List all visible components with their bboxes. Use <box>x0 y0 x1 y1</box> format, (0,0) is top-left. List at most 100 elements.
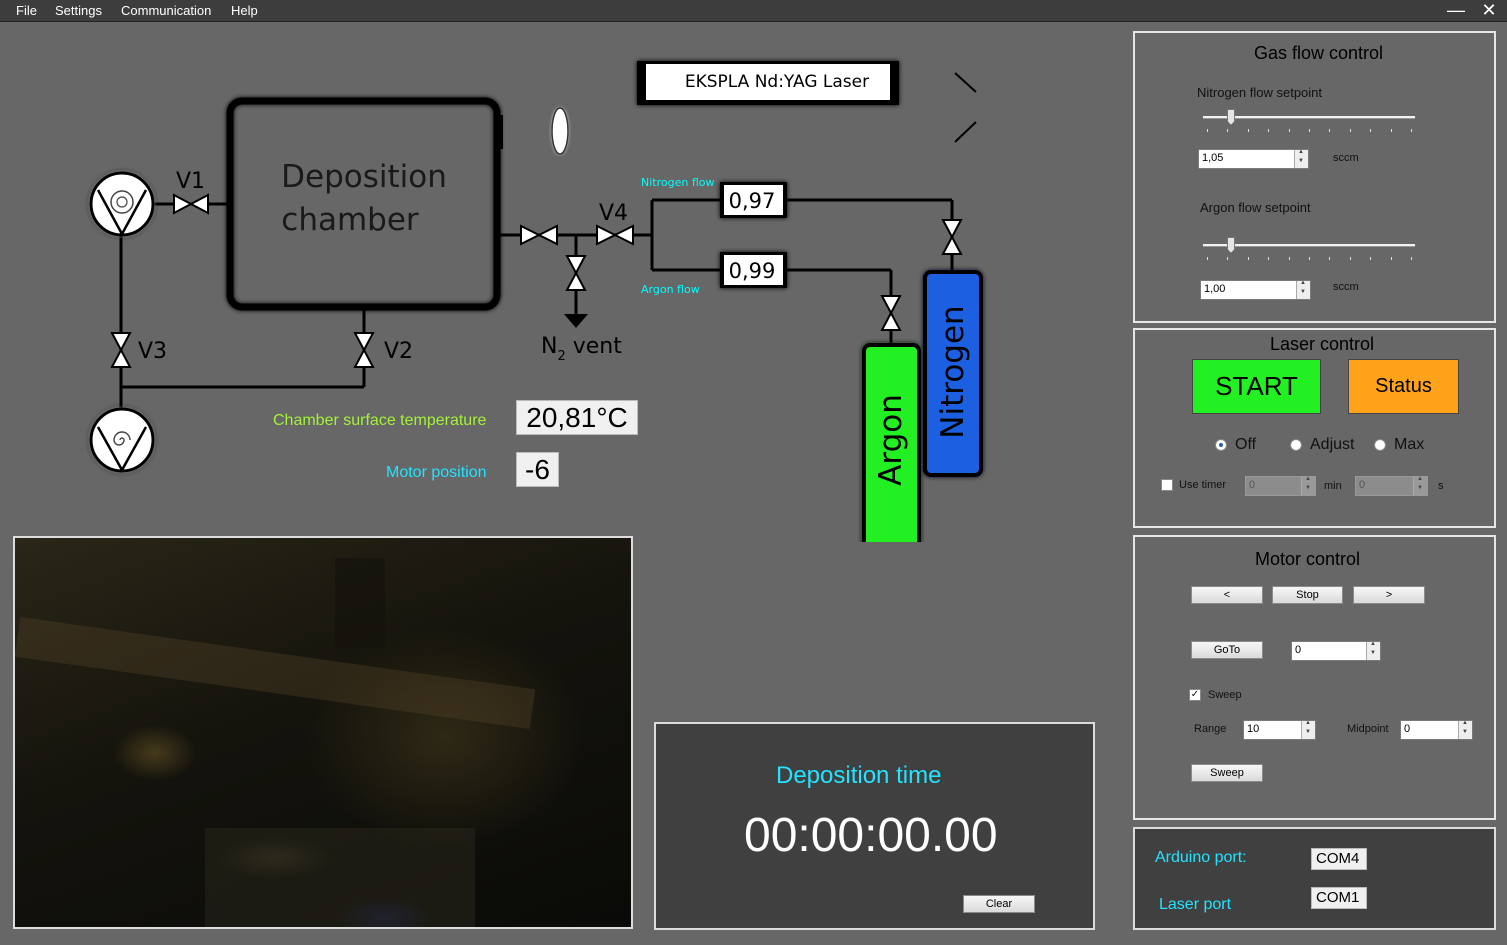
svg-text:0,99: 0,99 <box>729 259 776 283</box>
timer-sec-unit: s <box>1438 480 1444 492</box>
deposition-timer: 00:00:00.00 <box>744 809 998 862</box>
midpoint-input[interactable]: 0 <box>1400 720 1473 740</box>
slider-tick <box>1370 257 1371 260</box>
laser-port-value[interactable]: COM1 <box>1311 887 1367 909</box>
nitrogen-unit: sccm <box>1333 152 1359 164</box>
slider-tick <box>1370 129 1371 132</box>
midpoint-label: Midpoint <box>1347 723 1389 735</box>
camera-shape-base <box>205 828 475 927</box>
mode-adjust-radio[interactable] <box>1290 439 1302 451</box>
lens <box>551 107 569 155</box>
use-timer-checkbox[interactable] <box>1161 479 1173 491</box>
gas-flow-panel: Gas flow control Nitrogen flow setpoint … <box>1133 31 1496 323</box>
sweep-button[interactable]: Sweep <box>1191 764 1263 782</box>
argon-slider-thumb[interactable] <box>1227 237 1235 253</box>
slider-tick <box>1227 257 1228 260</box>
minimize-icon[interactable]: — <box>1441 0 1471 20</box>
mirror-lower <box>954 121 977 143</box>
valve-label-v4: V4 <box>599 201 628 226</box>
chamber-label-2: chamber <box>281 202 419 238</box>
slider-tick <box>1289 257 1290 260</box>
menu-communication[interactable]: Communication <box>121 3 211 18</box>
menu-help[interactable]: Help <box>231 3 258 18</box>
clear-button[interactable]: Clear <box>963 895 1035 913</box>
slider-tick <box>1411 257 1412 260</box>
slider-tick <box>1207 257 1208 260</box>
close-icon[interactable]: ✕ <box>1474 0 1504 20</box>
nitrogen-setpoint-input[interactable]: 1,05 <box>1198 149 1309 169</box>
range-input[interactable]: 10 <box>1243 720 1316 740</box>
start-button[interactable]: START <box>1192 359 1321 414</box>
argon-flow-label: Argon flow <box>641 283 700 296</box>
camera-shape-holder <box>335 558 385 648</box>
slider-tick <box>1248 257 1249 260</box>
sweep-checkbox[interactable]: ✓ <box>1189 689 1201 701</box>
mode-adjust-label: Adjust <box>1310 436 1355 453</box>
timer-min-unit: min <box>1324 480 1342 492</box>
timer-sec-input[interactable]: 0 <box>1355 476 1428 496</box>
arduino-port-label: Arduino port: <box>1155 849 1247 866</box>
arduino-port-value[interactable]: COM4 <box>1311 848 1367 870</box>
mode-off-label: Off <box>1235 436 1257 453</box>
svg-text:Argon: Argon <box>873 394 909 486</box>
motor-left-button[interactable]: < <box>1191 586 1263 604</box>
ports-panel: Arduino port: COM4 Laser port COM1 <box>1133 827 1496 930</box>
valve-label-v2: V2 <box>384 339 413 364</box>
goto-position-input[interactable]: 0 <box>1291 641 1381 661</box>
valve-v1-icon <box>173 193 209 215</box>
valve-v4-icon <box>596 224 634 246</box>
vent-arrow-icon <box>564 314 588 328</box>
laser-port-label: Laser port <box>1159 896 1232 913</box>
nitrogen-slider[interactable] <box>1203 109 1415 135</box>
nitrogen-flow-label: Nitrogen flow <box>641 176 714 189</box>
use-timer-label: Use timer <box>1179 479 1227 491</box>
argon-setpoint-input[interactable]: 1,00 <box>1200 280 1311 300</box>
slider-tick <box>1309 129 1310 132</box>
argon-setpoint-label: Argon flow setpoint <box>1200 200 1311 215</box>
menu-settings[interactable]: Settings <box>55 3 102 18</box>
valve-v2-icon <box>353 332 375 368</box>
timer-min-input[interactable]: 0 <box>1245 476 1316 496</box>
valve-nitrogen-icon <box>941 219 963 255</box>
slider-tick <box>1207 129 1208 132</box>
motor-position-value: -6 <box>516 452 559 487</box>
mode-off-radio[interactable] <box>1215 439 1227 451</box>
vent-label: N2 vent <box>541 334 622 364</box>
slider-tick <box>1391 257 1392 260</box>
slider-tick <box>1329 257 1330 260</box>
valve-label-v3: V3 <box>138 339 167 364</box>
motor-right-button[interactable]: > <box>1353 586 1425 604</box>
range-label: Range <box>1194 723 1227 735</box>
argon-slider[interactable] <box>1203 237 1415 263</box>
sweep-check-label: Sweep <box>1208 689 1242 701</box>
slider-tick <box>1391 129 1392 132</box>
nitrogen-slider-thumb[interactable] <box>1227 109 1235 125</box>
motor-stop-button[interactable]: Stop <box>1272 586 1343 604</box>
goto-button[interactable]: GoTo <box>1191 641 1263 659</box>
slider-tick <box>1309 257 1310 260</box>
deposition-time-title: Deposition time <box>776 762 942 789</box>
argon-flow-readout: 0,99 <box>720 252 787 288</box>
valve-argon-icon <box>880 295 902 331</box>
status-button[interactable]: Status <box>1348 359 1459 414</box>
deposition-time-panel: Deposition time 00:00:00.00 Clear <box>654 722 1095 930</box>
menu-file[interactable]: File <box>16 3 37 18</box>
nitrogen-bottle: Nitrogen <box>923 270 983 477</box>
gas-flow-title: Gas flow control <box>1254 43 1384 63</box>
chamber-temp-label: Chamber surface temperature <box>273 412 487 429</box>
valve-outlet-icon <box>520 224 558 246</box>
slider-tick <box>1289 129 1290 132</box>
slider-tick <box>1329 129 1330 132</box>
mode-max-label: Max <box>1394 436 1425 453</box>
camera-shape-rod <box>15 617 536 729</box>
turbo-pump-icon <box>89 171 155 237</box>
mode-max-radio[interactable] <box>1374 439 1386 451</box>
slider-tick <box>1350 257 1351 260</box>
chamber-temp-value: 20,81°C <box>516 400 638 435</box>
valve-vent-icon <box>565 255 587 291</box>
valve-v3-icon <box>110 332 132 368</box>
mirror-upper <box>954 72 977 93</box>
slider-tick <box>1268 257 1269 260</box>
laser-box: EKSPLA Nd:YAG Laser <box>637 61 899 105</box>
laser-control-title: Laser control <box>1270 334 1375 354</box>
